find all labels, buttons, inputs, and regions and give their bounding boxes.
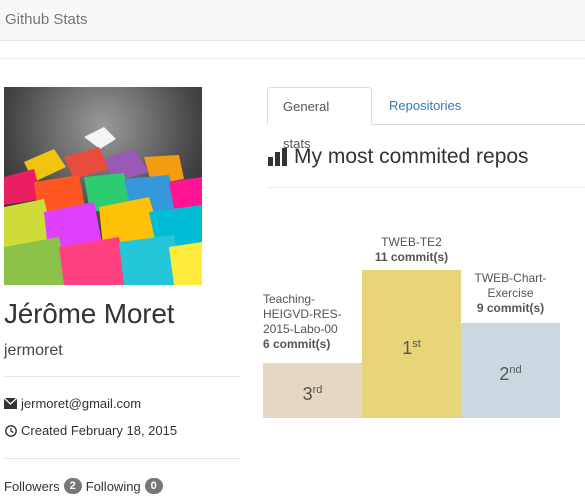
envelope-icon — [4, 397, 17, 410]
section-title: My most commited repos — [294, 145, 529, 168]
rank-suffix: st — [412, 338, 421, 350]
podium-first: TWEB-TE2 11 commit(s) 1st — [362, 233, 461, 418]
user-email[interactable]: jermoret@gmail.com — [21, 396, 141, 411]
header-divider — [0, 58, 585, 59]
user-name: Jérôme Moret — [4, 298, 175, 329]
commit-count: 6 commit(s) — [263, 337, 331, 351]
navbar-brand[interactable]: Github Stats — [5, 11, 88, 28]
podium-third: Teaching- HEIGVD-RES- 2015-Labo-00 6 com… — [263, 290, 362, 418]
repo-name-line: Teaching- — [263, 292, 316, 306]
repo-name-line: 2015-Labo-00 — [263, 322, 338, 336]
podium-first-label: TWEB-TE2 11 commit(s) — [362, 235, 461, 265]
email-row: jermoret@gmail.com — [4, 396, 141, 411]
navbar: Github Stats — [0, 0, 585, 41]
section-divider — [267, 187, 585, 188]
bar-chart-icon — [268, 148, 287, 166]
rank-number: 3 — [302, 384, 313, 404]
tab-repositories[interactable]: Repositories — [374, 87, 476, 125]
follow-row: Followers 2 Following 0 — [4, 478, 167, 494]
clock-icon — [4, 424, 17, 437]
repo-name-line: TWEB-TE2 — [381, 235, 442, 249]
podium-third-label: Teaching- HEIGVD-RES- 2015-Labo-00 6 com… — [263, 292, 362, 352]
rank-suffix: nd — [509, 364, 522, 376]
repo-name-line: Exercise — [487, 286, 534, 300]
podium-block-third[interactable]: 3rd — [263, 363, 362, 418]
repo-name-line: HEIGVD-RES- — [263, 307, 342, 321]
created-row: Created February 18, 2015 — [4, 423, 177, 438]
stats-tabs: General stats Repositories — [267, 87, 585, 151]
profile-divider — [4, 376, 240, 377]
rank-number: 1 — [402, 338, 413, 358]
tab-general-stats[interactable]: General stats — [267, 87, 372, 151]
following-label[interactable]: Following — [86, 479, 141, 494]
podium-block-second[interactable]: 2nd — [461, 323, 560, 418]
rank-suffix: rd — [312, 384, 323, 396]
avatar — [4, 87, 202, 285]
podium-second-label: TWEB-Chart- Exercise 9 commit(s) — [461, 271, 560, 316]
followers-label[interactable]: Followers — [4, 479, 60, 494]
user-login: jermoret — [4, 342, 63, 359]
user-created: Created February 18, 2015 — [21, 423, 178, 438]
rank-number: 2 — [499, 364, 510, 384]
following-badge: 0 — [144, 478, 163, 494]
stats-divider — [4, 458, 240, 459]
repo-name-line: TWEB-Chart- — [474, 271, 547, 285]
podium-block-first[interactable]: 1st — [362, 270, 461, 418]
section-header: My most commited repos — [268, 145, 529, 169]
podium-second: TWEB-Chart- Exercise 9 commit(s) 2nd — [461, 270, 560, 418]
followers-badge: 2 — [63, 478, 82, 494]
commit-count: 11 commit(s) — [374, 250, 449, 264]
commit-count: 9 commit(s) — [476, 301, 545, 315]
